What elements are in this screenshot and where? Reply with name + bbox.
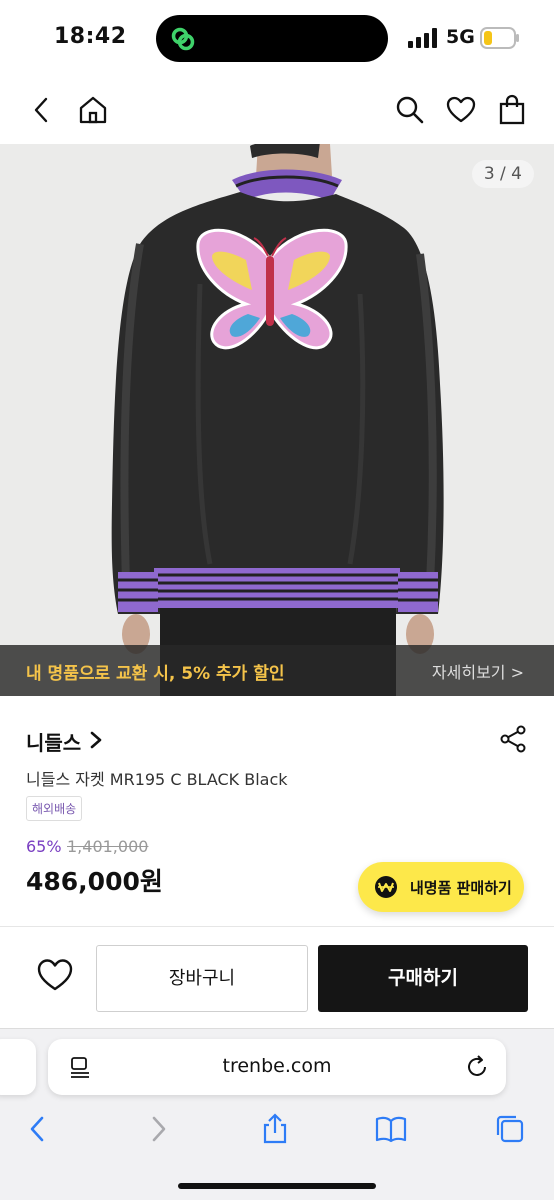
divider bbox=[0, 926, 554, 927]
sell-my-luxury-button[interactable]: 내명품 판매하기 bbox=[358, 862, 524, 912]
status-bar: 18:42 5G bbox=[0, 0, 554, 76]
url-text: trenbe.com bbox=[222, 1055, 332, 1077]
link-icon bbox=[171, 27, 195, 51]
share-icon[interactable] bbox=[498, 724, 528, 754]
product-name: 니들스 자켓 MR195 C BLACK Black bbox=[26, 770, 288, 789]
buy-now-button[interactable]: 구매하기 bbox=[318, 945, 528, 1012]
browser-forward-icon[interactable] bbox=[142, 1113, 174, 1145]
promo-banner[interactable]: 내 명품으로 교환 시, 5% 추가 할인 자세히보기 > bbox=[0, 645, 554, 696]
network-type: 5G bbox=[446, 26, 475, 48]
dynamic-island bbox=[156, 15, 388, 62]
home-indicator bbox=[178, 1183, 376, 1189]
heart-icon[interactable] bbox=[445, 94, 477, 126]
shopping-bag-icon[interactable] bbox=[496, 94, 528, 126]
product-photo bbox=[111, 144, 444, 696]
purchase-action-bar: 장바구니 구매하기 bbox=[0, 928, 554, 1028]
top-navigation bbox=[0, 76, 554, 144]
chevron-right-icon[interactable] bbox=[88, 728, 104, 752]
browser-toolbar: trenbe.com bbox=[0, 1028, 554, 1200]
tabs-icon[interactable] bbox=[494, 1113, 526, 1145]
home-icon[interactable] bbox=[77, 94, 109, 126]
sell-button-label: 내명품 판매하기 bbox=[410, 879, 512, 897]
wishlist-heart-icon[interactable] bbox=[36, 957, 74, 993]
sale-price: 486,000원 bbox=[26, 867, 163, 896]
share-sheet-icon[interactable] bbox=[259, 1113, 291, 1145]
promo-text: 내 명품으로 교환 시, 5% 추가 할인 bbox=[26, 664, 285, 684]
reload-icon[interactable] bbox=[464, 1054, 490, 1080]
browser-back-icon[interactable] bbox=[22, 1113, 54, 1145]
image-page-indicator: 3 / 4 bbox=[471, 160, 534, 188]
battery-icon bbox=[480, 27, 519, 49]
bookmarks-icon[interactable] bbox=[375, 1113, 407, 1145]
discount-rate: 65% bbox=[26, 837, 62, 856]
original-price: 1,401,000 bbox=[67, 837, 149, 856]
shipping-badge: 해외배송 bbox=[26, 796, 83, 821]
status-time: 18:42 bbox=[54, 24, 127, 49]
address-bar[interactable]: trenbe.com bbox=[48, 1039, 506, 1095]
brand-link[interactable]: 니들스 bbox=[26, 727, 81, 756]
add-to-cart-button[interactable]: 장바구니 bbox=[96, 945, 308, 1012]
cellular-signal-icon bbox=[408, 28, 437, 48]
search-icon[interactable] bbox=[394, 94, 426, 126]
won-coin-icon bbox=[375, 876, 397, 898]
product-image-carousel[interactable]: 3 / 4 내 명품으로 교환 시, 5% 추가 할인 자세히보기 > bbox=[0, 144, 554, 696]
previous-tab[interactable] bbox=[0, 1039, 36, 1095]
promo-details-link[interactable]: 자세히보기 > bbox=[432, 659, 524, 683]
chevron-left-icon[interactable] bbox=[26, 94, 58, 126]
